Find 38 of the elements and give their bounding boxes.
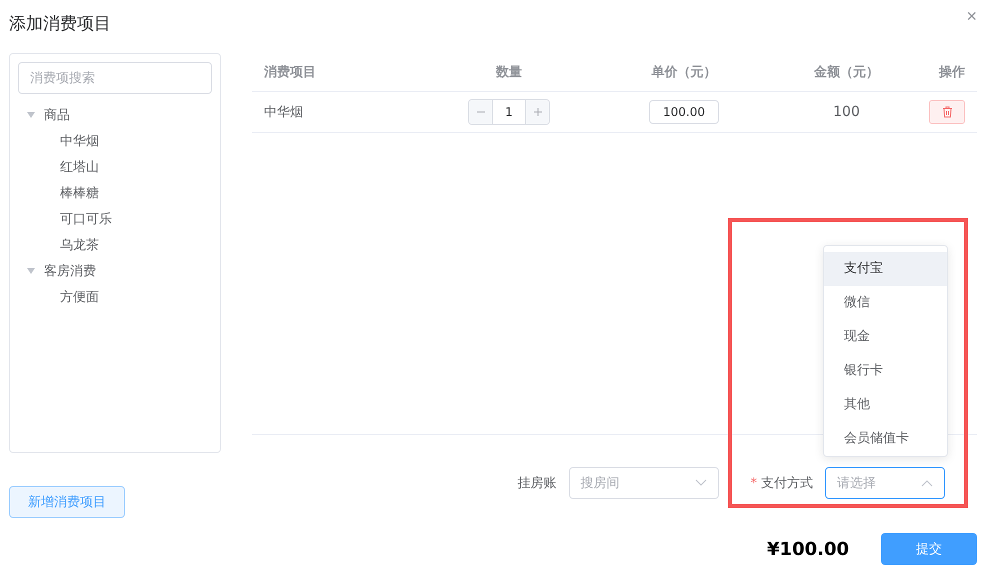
column-header: 金额（元） — [813, 64, 880, 81]
price-field[interactable]: 100.00 — [649, 100, 719, 124]
column-header: 单价（元） — [650, 64, 718, 81]
dialog-title: 添加消费项目 — [9, 13, 111, 35]
dropdown-option[interactable]: 支付宝 — [824, 252, 947, 286]
dropdown-option[interactable]: 微信 — [824, 286, 947, 320]
chevron-down-icon — [694, 479, 706, 487]
column-header: 数量 — [494, 64, 523, 81]
column-header: 消费项目 — [263, 64, 317, 81]
tree-item[interactable]: 商品 — [44, 106, 70, 124]
delete-button[interactable] — [929, 100, 965, 124]
tree-item[interactable]: 客房消费 — [44, 262, 96, 280]
quantity-stepper[interactable]: 1 — [468, 99, 550, 125]
tree-item[interactable]: 棒棒糖 — [60, 184, 99, 202]
dropdown-option[interactable]: 现金 — [824, 320, 947, 354]
search-field[interactable]: 消费项搜索 — [18, 62, 212, 94]
dropdown-option[interactable]: 银行卡 — [824, 354, 947, 388]
tree-item[interactable]: 红塔山 — [60, 158, 99, 176]
plus-icon[interactable] — [526, 100, 549, 124]
field-label: 支付方式 — [761, 475, 813, 492]
tree-item[interactable]: 中华烟 — [60, 132, 99, 150]
dropdown-option[interactable]: 其他 — [824, 388, 947, 422]
column-header: 操作 — [938, 64, 966, 81]
close-button[interactable]: × — [962, 6, 977, 27]
minus-icon[interactable] — [469, 100, 492, 124]
dropdown-option[interactable]: 会员储值卡 — [824, 422, 947, 456]
table-cell: 100 — [833, 104, 860, 120]
total-amount: ¥100.00 — [767, 538, 849, 560]
caret-icon[interactable] — [27, 112, 35, 118]
chevron-up-icon — [921, 479, 933, 487]
tree-item[interactable]: 可口可乐 — [60, 210, 112, 228]
required-mark: * — [750, 476, 757, 490]
caret-icon[interactable] — [27, 268, 35, 274]
tree-item[interactable]: 方便面 — [60, 288, 99, 306]
field-label: 挂房账 — [518, 475, 556, 492]
trash-icon — [942, 106, 952, 118]
table-cell-text: 中华烟 — [264, 104, 303, 121]
tree-item[interactable]: 乌龙茶 — [60, 236, 99, 254]
